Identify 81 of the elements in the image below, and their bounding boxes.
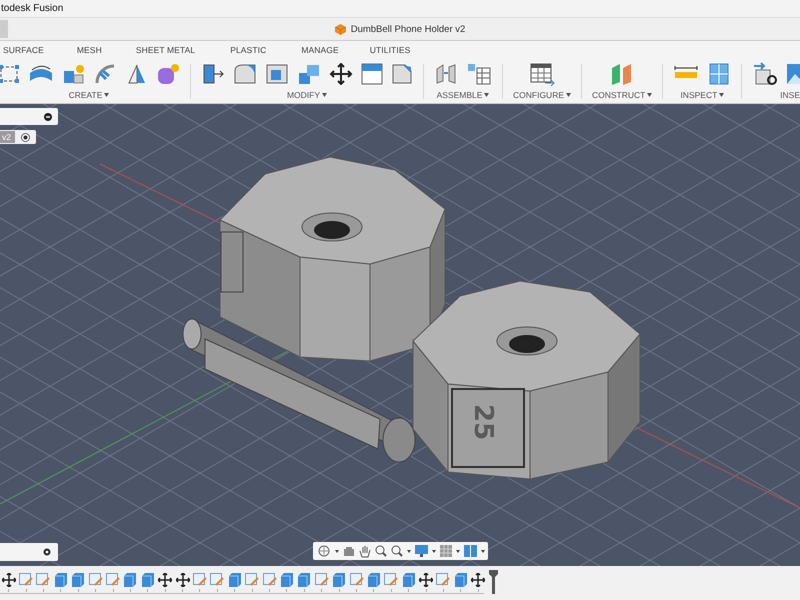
sketch-feature-icon[interactable] <box>210 573 224 587</box>
press-pull-icon[interactable] <box>201 63 225 85</box>
browser-panel[interactable] <box>0 108 58 125</box>
align-icon[interactable] <box>361 63 383 85</box>
body-feature-icon[interactable] <box>297 573 312 587</box>
caret-icon <box>432 550 436 552</box>
caret-icon <box>719 93 724 97</box>
caret-icon <box>322 93 328 97</box>
configure-table-icon[interactable] <box>529 62 555 86</box>
timeline-marker-icon[interactable] <box>488 570 498 594</box>
ribbon-tab[interactable]: MESH <box>76 44 102 54</box>
move-feature-icon[interactable] <box>419 573 434 587</box>
caret-icon <box>647 93 652 97</box>
orbit-icon[interactable] <box>316 544 330 558</box>
ribbon-tab[interactable]: SHEET METAL <box>136 44 196 54</box>
section-grid-icon[interactable] <box>707 62 732 86</box>
body-feature-icon[interactable] <box>366 573 381 587</box>
sketch-feature-icon[interactable] <box>350 573 364 587</box>
move-feature-icon[interactable] <box>471 573 486 587</box>
display-icon[interactable] <box>414 545 428 557</box>
group-menu[interactable]: ASSEMBLE <box>436 90 490 100</box>
caret-icon <box>104 93 110 97</box>
sketch-feature-icon[interactable] <box>36 573 50 587</box>
zoom-window-icon[interactable] <box>390 545 402 557</box>
group-menu[interactable]: CONSTRUCT <box>592 90 652 100</box>
group-menu[interactable]: MODIFY <box>286 90 328 100</box>
caret-icon <box>334 550 338 552</box>
move-arrows-icon[interactable] <box>329 63 353 85</box>
sketch-feature-icon[interactable] <box>88 573 103 587</box>
shell-icon[interactable] <box>265 63 289 85</box>
caret-icon <box>406 550 410 552</box>
sketch-feature-icon[interactable] <box>262 573 277 587</box>
version-label: v2 <box>0 131 15 143</box>
document-tab[interactable]: DumbBell Phone Holder v2 <box>350 24 466 34</box>
sketch-feature-icon[interactable] <box>384 573 398 587</box>
ribbon-tab[interactable]: PLASTIC <box>230 44 266 54</box>
caret-icon <box>480 550 484 552</box>
sketch-rectangle-icon[interactable] <box>0 63 20 85</box>
sketch-feature-icon[interactable] <box>106 573 120 587</box>
ribbon-tab[interactable]: UTILITIES <box>370 44 410 54</box>
component-table-icon[interactable] <box>466 62 492 86</box>
chamfer-icon[interactable] <box>391 63 413 85</box>
rounded-solid-icon[interactable] <box>156 63 180 85</box>
viewports-icon[interactable] <box>464 545 476 557</box>
move-feature-icon[interactable] <box>158 573 172 587</box>
radio-icon[interactable] <box>20 132 30 142</box>
body-feature-icon[interactable] <box>280 573 294 587</box>
caret-icon <box>456 550 460 552</box>
settings-icon[interactable] <box>43 548 51 556</box>
caret-icon <box>484 93 490 97</box>
group-menu[interactable]: INSPECT <box>680 90 724 100</box>
combine-icon[interactable] <box>297 63 321 85</box>
pyramid-icon[interactable] <box>126 63 148 85</box>
move-feature-icon[interactable] <box>2 573 16 587</box>
body-feature-icon[interactable] <box>71 573 86 587</box>
group-menu[interactable]: CONFIGURE <box>513 90 571 100</box>
joint-icon[interactable] <box>434 63 458 85</box>
group-menu[interactable]: INSE <box>780 90 800 100</box>
grid-icon[interactable] <box>440 545 452 557</box>
body-feature-icon[interactable] <box>228 573 242 587</box>
fillet-icon[interactable] <box>233 63 257 85</box>
group-menu[interactable]: CREATE <box>68 90 110 100</box>
move-feature-icon[interactable] <box>176 573 190 587</box>
comments-panel[interactable] <box>0 543 58 561</box>
pan-hand-icon[interactable] <box>358 544 370 558</box>
linked-box-icon[interactable] <box>752 62 778 86</box>
sketch-feature-icon[interactable] <box>245 573 260 587</box>
model-number: 25 <box>468 404 498 440</box>
body-feature-icon[interactable] <box>123 573 138 587</box>
caret-icon <box>566 93 571 97</box>
app-title: todesk Fusion <box>1 3 64 14</box>
ribbon-tab[interactable]: MANAGE <box>301 44 339 54</box>
document-cube-icon <box>334 24 346 34</box>
look-at-icon[interactable] <box>342 546 354 556</box>
collapse-dot-icon[interactable] <box>44 112 52 120</box>
ribbon-tab[interactable]: SURFACE <box>3 44 44 54</box>
body-feature-icon[interactable] <box>54 573 68 587</box>
box-star-icon[interactable] <box>62 63 86 85</box>
body-feature-icon[interactable] <box>332 573 346 587</box>
sketch-feature-icon[interactable] <box>314 573 329 587</box>
zoom-icon[interactable] <box>374 545 386 557</box>
